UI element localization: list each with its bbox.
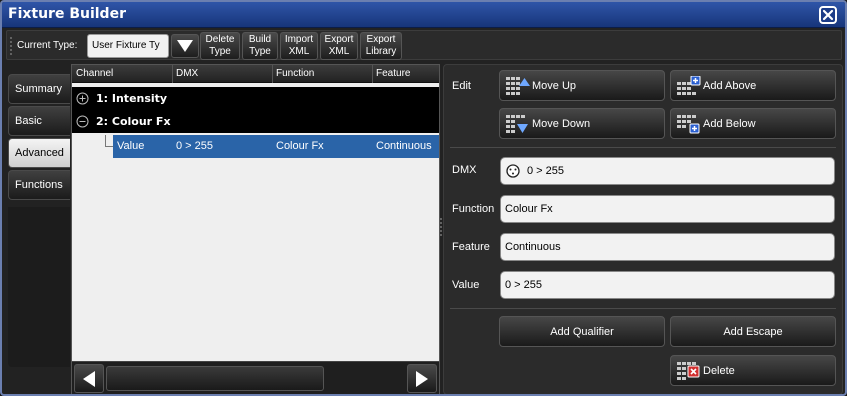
function-label: Function [452, 203, 495, 215]
toolbar-grip[interactable] [9, 36, 13, 56]
dmx-connector-icon [506, 164, 520, 178]
tree-group-label: 1: Intensity [96, 92, 168, 105]
column-header-dmx[interactable]: DMX [176, 68, 198, 79]
dmx-value: 0 > 255 [527, 165, 565, 177]
function-field[interactable]: Colour Fx [500, 195, 835, 223]
arrow-left-icon [83, 371, 95, 387]
tree-group-intensity[interactable]: 1: Intensity [72, 87, 439, 110]
tree-scroll-bar [72, 361, 439, 394]
add-qualifier-button[interactable]: Add Qualifier [499, 316, 665, 347]
separator [450, 147, 836, 148]
scroll-left-button[interactable] [74, 364, 104, 393]
column-header-channel[interactable]: Channel [76, 68, 113, 79]
dmx-label: DMX [452, 164, 477, 176]
move-up-icon [506, 77, 530, 95]
close-icon [822, 9, 834, 21]
tree-header: Channel DMX Function Feature [72, 65, 439, 83]
separator [450, 308, 836, 309]
toolbar: Current Type: User Fixture Ty Delete Type… [6, 30, 842, 60]
add-below-label: Add Below [703, 118, 756, 130]
add-above-label: Add Above [703, 80, 757, 92]
current-type-label: Current Type: [17, 40, 78, 51]
cell-channel: Value [117, 140, 145, 152]
import-xml-button[interactable]: Import XML [280, 32, 318, 60]
column-header-function[interactable]: Function [276, 68, 314, 79]
move-up-button[interactable]: Move Up [499, 70, 665, 101]
tab-advanced[interactable]: Advanced [8, 138, 70, 168]
add-below-button[interactable]: Add Below [670, 108, 836, 139]
feature-field[interactable]: Continuous [500, 233, 835, 261]
delete-label: Delete [703, 365, 735, 377]
tree-connector [105, 146, 113, 147]
type-dropdown-button[interactable] [171, 34, 199, 58]
cell-dmx: 0 > 255 [176, 140, 214, 152]
delete-button[interactable]: Delete [670, 355, 836, 386]
delete-type-button[interactable]: Delete Type [200, 32, 240, 60]
expand-plus-icon[interactable] [76, 92, 89, 105]
column-header-feature[interactable]: Feature [376, 68, 410, 79]
cell-function: Colour Fx [276, 140, 324, 152]
arrow-right-icon [416, 371, 428, 387]
title-bar: Fixture Builder [2, 2, 845, 28]
tree-row-value-selected[interactable]: Value 0 > 255 Colour Fx Continuous [113, 135, 439, 158]
tree-group-label: 2: Colour Fx [96, 115, 171, 128]
tab-basic[interactable]: Basic [8, 106, 70, 136]
tab-summary[interactable]: Summary [8, 74, 70, 104]
close-button[interactable] [819, 6, 837, 24]
add-above-button[interactable]: Add Above [670, 70, 836, 101]
build-type-button[interactable]: Build Type [242, 32, 278, 60]
column-divider [172, 65, 173, 83]
collapse-minus-icon[interactable] [76, 115, 89, 128]
channel-tree: Channel DMX Function Feature 1: Intensit… [71, 64, 440, 394]
add-escape-label: Add Escape [723, 326, 783, 338]
delete-row-icon [677, 362, 700, 380]
export-xml-button[interactable]: Export XML [320, 32, 358, 60]
tree-group-colour-fx[interactable]: 2: Colour Fx [72, 110, 439, 133]
value-field[interactable]: 0 > 255 [500, 271, 835, 299]
edit-label: Edit [452, 80, 471, 92]
tab-strip-background [8, 207, 70, 367]
move-down-label: Move Down [532, 118, 591, 130]
current-type-field[interactable]: User Fixture Ty [87, 34, 169, 58]
add-qualifier-label: Add Qualifier [550, 326, 614, 338]
move-up-label: Move Up [532, 80, 577, 92]
scroll-right-button[interactable] [407, 364, 437, 393]
chevron-down-icon [177, 40, 193, 52]
add-below-icon [677, 115, 700, 134]
move-down-button[interactable]: Move Down [499, 108, 665, 139]
add-escape-button[interactable]: Add Escape [670, 316, 836, 347]
column-divider [372, 65, 373, 83]
export-library-button[interactable]: Export Library [360, 32, 402, 60]
window-title: Fixture Builder [8, 6, 126, 22]
value-label: Value [452, 279, 480, 291]
fixture-builder-window: Fixture Builder Current Type: User Fixtu… [0, 0, 847, 396]
feature-label: Feature [452, 241, 490, 253]
move-down-icon [506, 115, 528, 133]
add-above-icon [677, 76, 701, 95]
horizontal-scroll-thumb[interactable] [106, 366, 324, 391]
dmx-field[interactable]: 0 > 255 [500, 157, 835, 185]
tab-functions[interactable]: Functions [8, 170, 70, 200]
cell-feature: Continuous [376, 140, 432, 152]
column-divider [272, 65, 273, 83]
